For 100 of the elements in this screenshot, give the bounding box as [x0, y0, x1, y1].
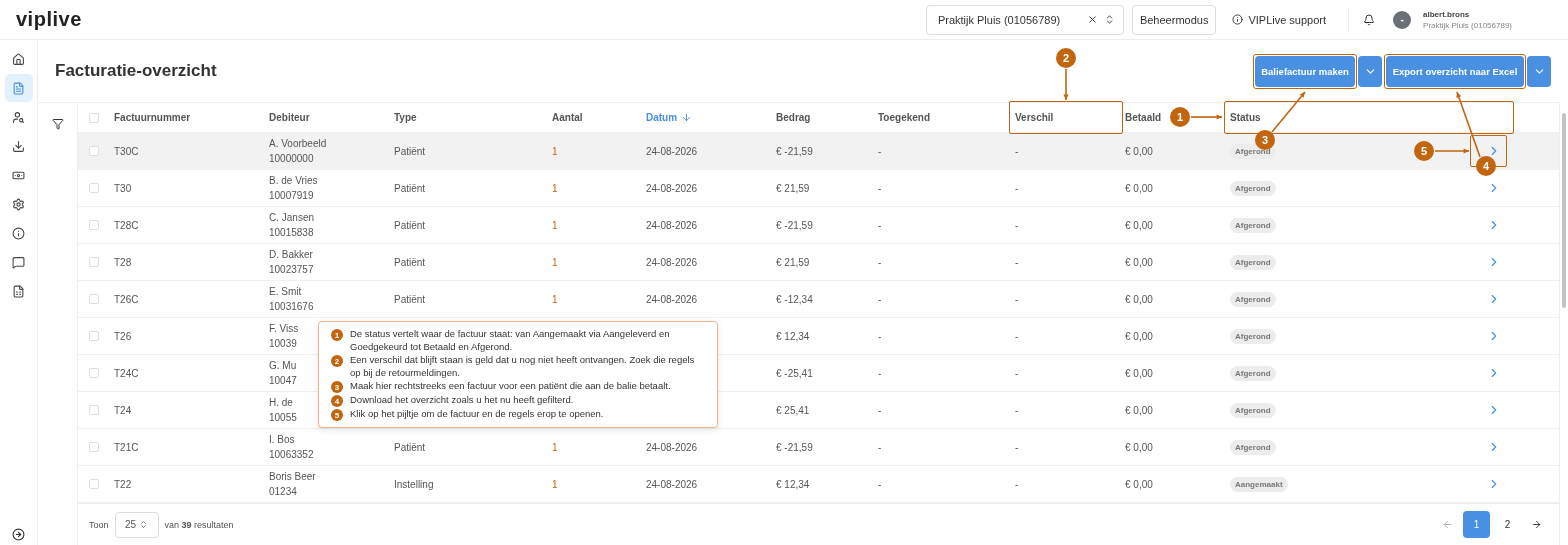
table-cell-text: - [878, 330, 883, 342]
table-cell-text: € 12,34 [776, 478, 811, 490]
user-search-icon [12, 110, 25, 124]
table-cell-text: - [1015, 145, 1020, 157]
row-checkbox[interactable] [89, 257, 99, 267]
updown-icon [139, 520, 149, 529]
debtor-name: G. Mu [269, 360, 297, 371]
note-number: 3 [331, 381, 343, 393]
note-number: 2 [331, 355, 343, 367]
table-cell-text: T26C [114, 293, 140, 305]
debtor-id: 10055 [269, 412, 297, 423]
page-size-select[interactable]: 25 [114, 511, 159, 538]
spreadsheet-icon [12, 284, 25, 298]
debtor-name: I. Bos [269, 434, 295, 445]
debtor-id: 10047 [269, 375, 297, 386]
table-cell-text: € 0,00 [1125, 478, 1154, 490]
table-cell-text: € 0,00 [1125, 256, 1154, 268]
table-cell-text: € -25,41 [776, 367, 814, 379]
note-text: Een verschil dat blijft staan is geld dat u nog niet heeft ontvangen. Zoek die regels op bij de retourmeldingen. [350, 354, 696, 379]
table-cell-text: 24-08-2026 [646, 145, 699, 157]
table-cell-text: - [878, 367, 883, 379]
table-cell-text: - [878, 182, 883, 194]
info-icon [12, 226, 25, 240]
note-text: Klik op het pijltje om de factuur en de regels erop te openen. [350, 408, 604, 421]
row-checkbox[interactable] [89, 479, 99, 489]
table-cell-text: - [878, 441, 883, 453]
column-header[interactable]: Status [1230, 112, 1261, 123]
note-text: Maak hier rechtstreeks een factuur voor een patiënt die aan de balie betaalt. [350, 380, 671, 393]
column-header[interactable]: Type [394, 112, 417, 123]
status-badge: Afgerond [1230, 291, 1276, 307]
sort-arrow-icon [681, 112, 693, 123]
note-number: 4 [331, 395, 343, 407]
row-checkbox[interactable] [89, 294, 99, 304]
scrollbar[interactable] [1562, 113, 1566, 308]
clear-icon[interactable] [1086, 14, 1098, 25]
table-cell-text: T24 [114, 404, 133, 416]
arrow-left-icon [1442, 519, 1453, 530]
debtor-name: B. de Vries [269, 175, 318, 186]
table-cell-text: Instelling [394, 478, 435, 490]
table-cell-text: € 0,00 [1125, 441, 1154, 453]
row-checkbox[interactable] [89, 220, 99, 230]
debtor-id: 10007919 [269, 190, 314, 201]
column-header[interactable]: Toegekend [878, 112, 931, 123]
table-cell-text: - [1015, 219, 1020, 231]
column-header[interactable]: Debiteur [269, 112, 310, 123]
column-header[interactable]: Betaald [1125, 112, 1162, 123]
user-avatar[interactable]: - [1393, 10, 1412, 29]
table-cell-text: T21C [114, 441, 140, 453]
debtor-name: C. Jansen [269, 212, 315, 223]
debtor-id: 10039 [269, 338, 297, 349]
quantity-text: 1 [552, 145, 559, 157]
support-link[interactable]: VIPLive support [1248, 13, 1327, 26]
row-checkbox[interactable] [89, 183, 99, 193]
column-header[interactable]: Verschil [1015, 112, 1054, 123]
note-number: 1 [331, 329, 343, 341]
dropdown-button[interactable] [1527, 55, 1551, 87]
table-cell-text: T22 [114, 478, 133, 490]
settings-icon [12, 197, 25, 211]
debtor-name: F. Viss [269, 323, 299, 334]
row-checkbox[interactable] [89, 368, 99, 378]
table-cell-text: T24C [114, 367, 140, 379]
notification-bell-icon[interactable] [1363, 13, 1376, 26]
message-icon [12, 255, 25, 269]
column-header[interactable]: Bedrag [776, 112, 811, 123]
table-cell-text: - [1015, 441, 1020, 453]
filter-icon[interactable] [51, 118, 64, 130]
mode-button[interactable]: Beheermodus [1131, 4, 1217, 35]
select-all-checkbox[interactable] [89, 112, 99, 123]
column-header[interactable]: Factuurnummer [114, 112, 191, 123]
practice-select[interactable]: Praktijk Pluis (01056789) [925, 4, 1124, 35]
debtor-id: 10015838 [269, 227, 314, 238]
row-checkbox[interactable] [89, 146, 99, 156]
note-text: Download het overzicht zoals u het nu heeft gefilterd. [350, 394, 574, 407]
debtor-name: Boris Beer [269, 471, 316, 482]
quantity-text: 1 [552, 293, 559, 305]
row-checkbox[interactable] [89, 442, 99, 452]
table-cell-text: - [878, 478, 883, 490]
quantity-text: 1 [552, 256, 559, 268]
download-icon [12, 139, 25, 153]
table-cell-text: T30 [114, 182, 133, 194]
quantity-text: 1 [552, 478, 559, 490]
table-cell-text: - [1015, 478, 1020, 490]
column-header[interactable]: Aantal [552, 112, 583, 123]
table-cell-text: € -12,34 [776, 293, 814, 305]
home-icon [12, 52, 25, 66]
page-button[interactable]: 2 [1494, 511, 1521, 538]
table-cell-text: T28C [114, 219, 140, 231]
table-cell-text: € 0,00 [1125, 330, 1154, 342]
quantity-text: 1 [552, 441, 559, 453]
logo[interactable]: viplive [16, 8, 82, 31]
debtor-id: 10063352 [269, 449, 314, 460]
expand-icon[interactable] [12, 528, 25, 541]
status-badge: Afgerond [1230, 180, 1276, 196]
row-checkbox[interactable] [89, 331, 99, 341]
table-cell-text: € 0,00 [1125, 145, 1154, 157]
status-badge: Afgerond [1230, 365, 1276, 381]
row-checkbox[interactable] [89, 405, 99, 415]
table-cell-text: 24-08-2026 [646, 182, 699, 194]
table-cell-text: Patiënt [394, 256, 427, 268]
dropdown-button[interactable] [1358, 55, 1382, 87]
